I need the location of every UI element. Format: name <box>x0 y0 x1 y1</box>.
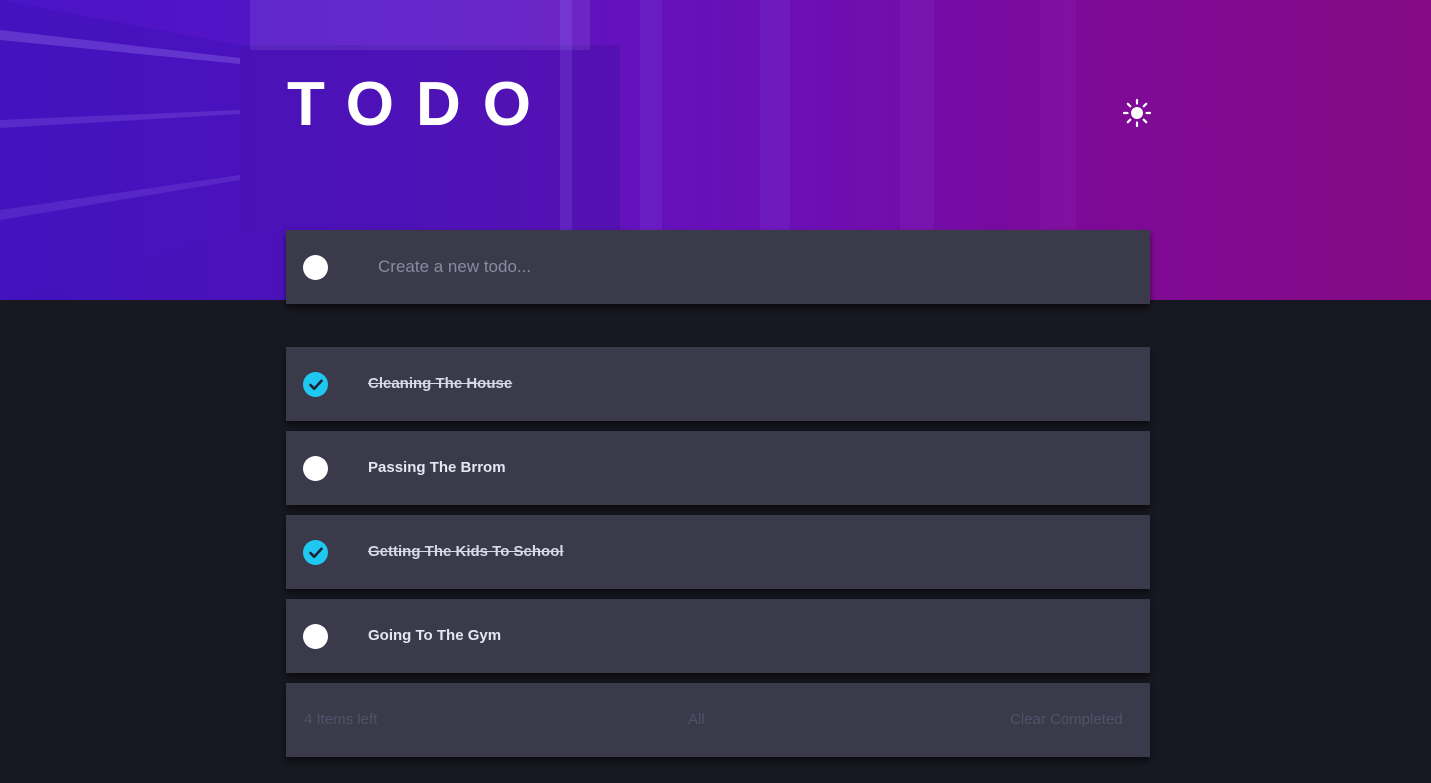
new-todo-input[interactable] <box>366 230 1136 304</box>
checkmark-icon <box>308 378 323 390</box>
todo-checkbox[interactable] <box>303 624 328 649</box>
todo-label[interactable]: Cleaning The House <box>368 374 512 394</box>
todo-label[interactable]: Going To The Gym <box>368 626 501 646</box>
checkmark-icon <box>308 546 323 558</box>
app-title: TODO <box>287 70 553 139</box>
clear-completed-button[interactable]: Clear Completed <box>1010 711 1123 729</box>
todo-checkbox-checked[interactable] <box>303 540 328 565</box>
filter-all-button[interactable]: All <box>688 711 705 729</box>
sun-icon <box>1122 98 1152 128</box>
todo-label[interactable]: Passing The Brrom <box>368 458 506 478</box>
todo-checkbox-checked[interactable] <box>303 372 328 397</box>
items-left-count: 4 Items left <box>304 711 378 728</box>
todo-label[interactable]: Getting The Kids To School <box>368 542 564 562</box>
todo-checkbox[interactable] <box>303 456 328 481</box>
theme-toggle-button[interactable] <box>1120 96 1154 130</box>
new-todo-checkbox[interactable] <box>303 255 328 280</box>
